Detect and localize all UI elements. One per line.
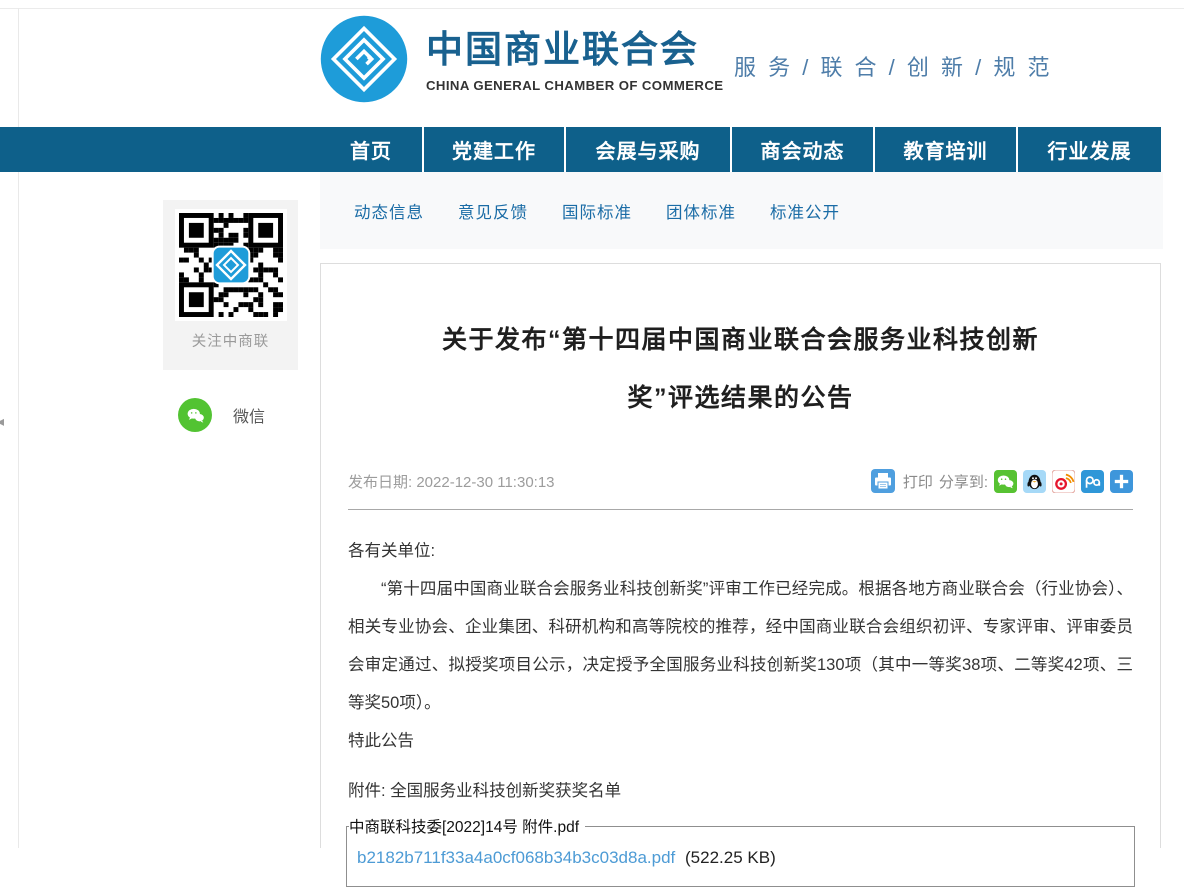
wechat-label: 微信 bbox=[233, 403, 265, 427]
print-label[interactable]: 打印 bbox=[903, 471, 933, 492]
article-body: 各有关单位: “第十四届中国商业联合会服务业科技创新奖”评审工作已经完成。根据各… bbox=[321, 532, 1160, 810]
nav-item-exhibition-procurement[interactable]: 会展与采购 bbox=[566, 127, 732, 172]
qr-caption: 关注中商联 bbox=[163, 330, 298, 351]
meta-divider bbox=[348, 509, 1133, 510]
site-tagline: 服 务 / 联 合 / 创 新 / 规 范 bbox=[734, 50, 1052, 82]
attachment-box: 中商联科技委[2022]14号 附件.pdf b2182b711f33a4a0c… bbox=[346, 815, 1135, 887]
publish-date: 发布日期: 2022-12-30 11:30:13 bbox=[348, 471, 555, 492]
publish-date-value: 2022-12-30 11:30:13 bbox=[416, 474, 554, 491]
main-navbar: 首页 党建工作 会展与采购 商会动态 教育培训 行业发展 bbox=[0, 127, 1163, 172]
nav-item-chamber-news[interactable]: 商会动态 bbox=[732, 127, 875, 172]
qr-card: 关注中商联 bbox=[163, 200, 298, 370]
site-brand[interactable]: 中国商业联合会 CHINA GENERAL CHAMBER OF COMMERC… bbox=[426, 31, 723, 93]
site-title-en: CHINA GENERAL CHAMBER OF COMMERCE bbox=[426, 78, 723, 93]
article-title-line2: 奖”评选结果的公告 bbox=[321, 369, 1160, 427]
navbar-spacer bbox=[0, 127, 320, 172]
share-label: 分享到: bbox=[939, 471, 988, 492]
wechat-share-icon[interactable] bbox=[994, 470, 1017, 493]
salutation: 各有关单位: bbox=[348, 532, 1133, 570]
nav-item-industry-development[interactable]: 行业发展 bbox=[1018, 127, 1163, 172]
qr-code bbox=[175, 209, 287, 321]
attachment-file-row: b2182b711f33a4a0cf068b34b3c03d8a.pdf (52… bbox=[357, 848, 1124, 868]
publish-date-label: 发布日期: bbox=[348, 474, 412, 491]
article-title: 关于发布“第十四届中国商业联合会服务业科技创新 奖”评选结果的公告 bbox=[321, 311, 1160, 427]
subnav-item-dynamic-info[interactable]: 动态信息 bbox=[354, 199, 424, 223]
article-title-line1: 关于发布“第十四届中国商业联合会服务业科技创新 bbox=[321, 311, 1160, 369]
sub-navbar: 动态信息 意见反馈 国际标准 团体标准 标准公开 bbox=[320, 172, 1163, 249]
more-share-icon[interactable] bbox=[1110, 470, 1133, 493]
attachment-legend: 中商联科技委[2022]14号 附件.pdf bbox=[349, 815, 585, 837]
nav-item-home[interactable]: 首页 bbox=[320, 127, 424, 172]
article-meta-row: 发布日期: 2022-12-30 11:30:13 打印 分享到: bbox=[321, 469, 1160, 493]
top-border-line bbox=[0, 8, 1184, 9]
subnav-item-standards-disclosure[interactable]: 标准公开 bbox=[770, 199, 840, 223]
article-card: 关于发布“第十四届中国商业联合会服务业科技创新 奖”评选结果的公告 发布日期: … bbox=[320, 263, 1161, 848]
closing-line: 特此公告 bbox=[348, 722, 1133, 760]
share-toolbar: 打印 分享到: bbox=[871, 469, 1133, 493]
cgcc-logo-icon bbox=[319, 14, 409, 104]
print-icon[interactable] bbox=[871, 469, 895, 493]
collapse-panel-arrow[interactable]: ◂ bbox=[0, 414, 4, 428]
subnav-item-international-standards[interactable]: 国际标准 bbox=[562, 199, 632, 223]
poco-share-icon[interactable] bbox=[1081, 470, 1104, 493]
wechat-icon[interactable] bbox=[178, 398, 212, 432]
nav-item-education-training[interactable]: 教育培训 bbox=[875, 127, 1018, 172]
qq-share-icon[interactable] bbox=[1023, 470, 1046, 493]
attachment-heading: 附件: 全国服务业科技创新奖获奖名单 bbox=[348, 772, 1133, 810]
attachment-file-link[interactable]: b2182b711f33a4a0cf068b34b3c03d8a.pdf bbox=[357, 848, 675, 867]
nav-item-party-building[interactable]: 党建工作 bbox=[424, 127, 566, 172]
site-title-cn: 中国商业联合会 bbox=[426, 31, 723, 70]
announcement-paragraph: “第十四届中国商业联合会服务业科技创新奖”评审工作已经完成。根据各地方商业联合会… bbox=[348, 570, 1133, 722]
subnav-item-feedback[interactable]: 意见反馈 bbox=[458, 199, 528, 223]
subnav-item-group-standards[interactable]: 团体标准 bbox=[666, 199, 736, 223]
attachment-file-size: (522.25 KB) bbox=[685, 848, 776, 867]
sina-weibo-share-icon[interactable] bbox=[1052, 470, 1075, 493]
wechat-follow[interactable]: 微信 bbox=[178, 398, 265, 432]
